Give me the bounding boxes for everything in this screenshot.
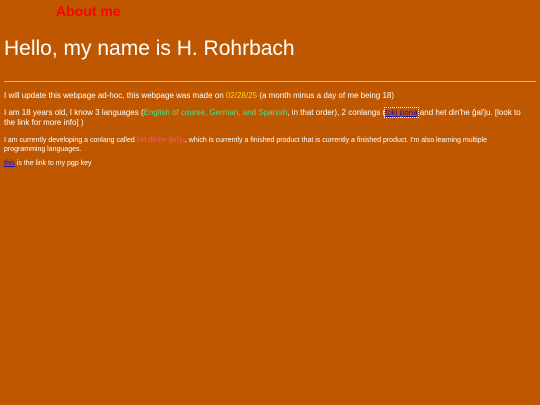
update-prefix: I will update this webpage ad-hoc, this … [4, 91, 226, 100]
divider [4, 81, 536, 82]
pgp-key-link[interactable]: this [4, 160, 15, 167]
conlang-prefix: I am currently developing a conlang call… [4, 137, 137, 144]
creation-date: 02/28/25 [225, 91, 258, 100]
update-suffix: (a month minus a day of me being 18) [257, 91, 395, 100]
languages-list: English of course, German, and Spanish [143, 108, 288, 117]
update-paragraph: I will update this webpage ad-hoc, this … [4, 91, 536, 101]
about-middle: , in that order), 2 conlangs ( [287, 108, 386, 117]
about-paragraph: I am 18 years old, I know 3 languages (E… [4, 107, 530, 128]
pgp-paragraph: this is the link to my pgp key [4, 159, 530, 168]
conlang-paragraph: I am currently developing a conlang call… [4, 136, 530, 154]
conlang-name: het din'he ğal'ju [136, 137, 185, 144]
page-title: Hello, my name is H. Rohrbach [4, 37, 295, 60]
toki-pona-link[interactable]: toki pona [384, 107, 419, 118]
about-prefix: I am 18 years old, I know 3 languages ( [4, 108, 144, 117]
pgp-suffix: is the link to my pgp key [14, 160, 92, 167]
nav-about-me[interactable]: About me [56, 3, 121, 19]
